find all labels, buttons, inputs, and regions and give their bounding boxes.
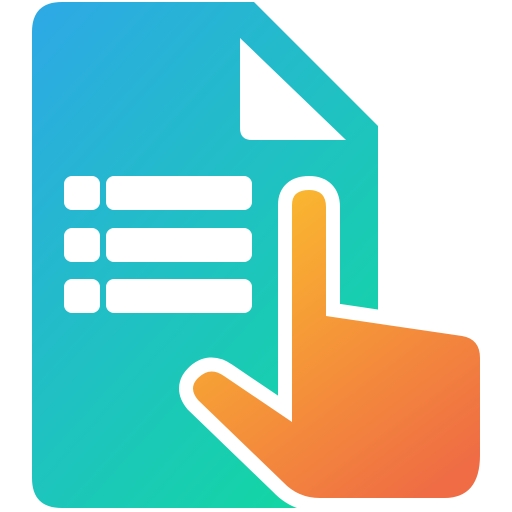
list-row [64,279,252,313]
list-bullet [64,279,100,313]
document-list-tap-icon [32,2,494,512]
list-row [64,228,252,262]
list-line [106,228,252,262]
list-line [106,279,252,313]
list-bullet [64,176,100,210]
list-line [106,176,252,210]
list-row [64,176,252,210]
icon-canvas [0,0,512,512]
list-bullet [64,228,100,262]
list-rows [64,176,252,313]
